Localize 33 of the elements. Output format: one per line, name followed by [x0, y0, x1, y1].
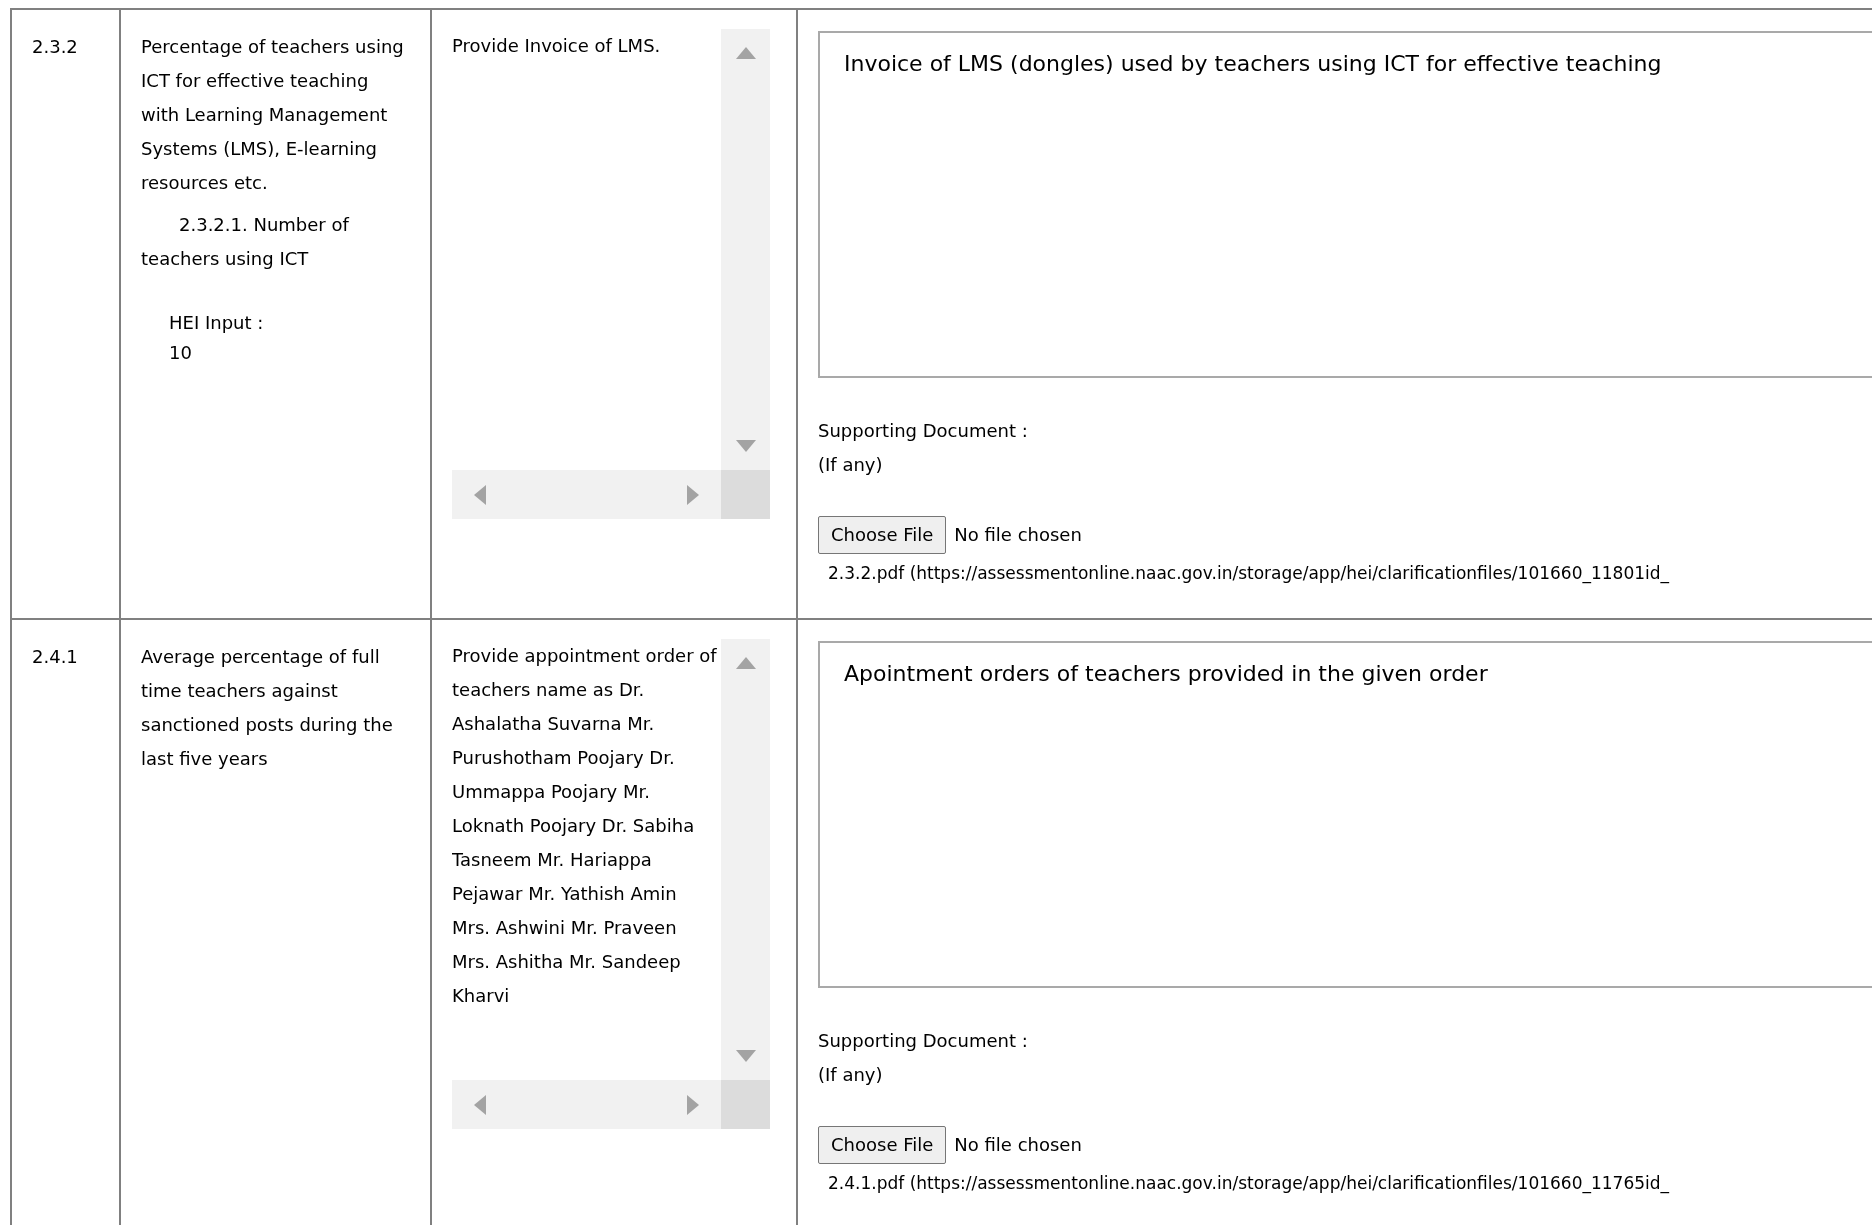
- down-arrow-icon[interactable]: [735, 1050, 756, 1062]
- supporting-document-hint: (If any): [818, 1063, 884, 1087]
- vertical-scrollbar[interactable]: [721, 29, 770, 470]
- response-text-area[interactable]: Invoice of LMS (dongles) used by teachers using ICT for effective teaching: [818, 31, 1872, 378]
- scrollbar-corner: [721, 470, 770, 519]
- metric-description: Average percentage of full time teachers against sanctioned posts during the last five years: [141, 645, 394, 771]
- file-status-text: No file chosen: [954, 523, 1082, 547]
- file-link[interactable]: 2.4.1.pdf (https://assessmentonline.naac.gov.in/storage/app/hei/clarificationfiles/101660_11765id_: [818, 1166, 1872, 1200]
- metric-description: Percentage of teachers using ICT for effective teaching with Learning Management Systems (LMS), E-learning resources etc.: [141, 35, 405, 195]
- file-status-text: No file chosen: [954, 1133, 1082, 1157]
- response-text-area[interactable]: Apointment orders of teachers provided in the given order: [818, 641, 1872, 988]
- supporting-document-label: Supporting Document :: [818, 419, 1029, 443]
- hei-input-label: HEI Input :: [169, 311, 265, 335]
- down-arrow-icon[interactable]: [735, 440, 756, 452]
- hei-input-value: 10: [169, 341, 193, 365]
- supporting-document-label: Supporting Document :: [818, 1029, 1029, 1053]
- right-arrow-icon[interactable]: [687, 484, 699, 505]
- metric-number: 2.4.1: [32, 646, 78, 667]
- up-arrow-icon[interactable]: [735, 657, 756, 669]
- left-arrow-icon[interactable]: [474, 484, 486, 505]
- left-arrow-icon[interactable]: [474, 1094, 486, 1115]
- choose-file-button[interactable]: Choose File: [818, 516, 947, 554]
- horizontal-scrollbar[interactable]: [452, 470, 721, 519]
- sub-metric: 2.3.2.1. Number of teachers using ICT: [141, 213, 351, 271]
- supporting-document-hint: (If any): [818, 453, 884, 477]
- horizontal-scrollbar[interactable]: [452, 1080, 721, 1129]
- right-arrow-icon[interactable]: [687, 1094, 699, 1115]
- metric-number: 2.3.2: [32, 36, 78, 57]
- vertical-scrollbar[interactable]: [721, 639, 770, 1080]
- choose-file-button[interactable]: Choose File: [818, 1126, 947, 1164]
- file-link[interactable]: 2.3.2.pdf (https://assessmentonline.naac.gov.in/storage/app/hei/clarificationfiles/101660_11801id_: [818, 556, 1872, 590]
- up-arrow-icon[interactable]: [735, 47, 756, 59]
- scrollbar-corner: [721, 1080, 770, 1129]
